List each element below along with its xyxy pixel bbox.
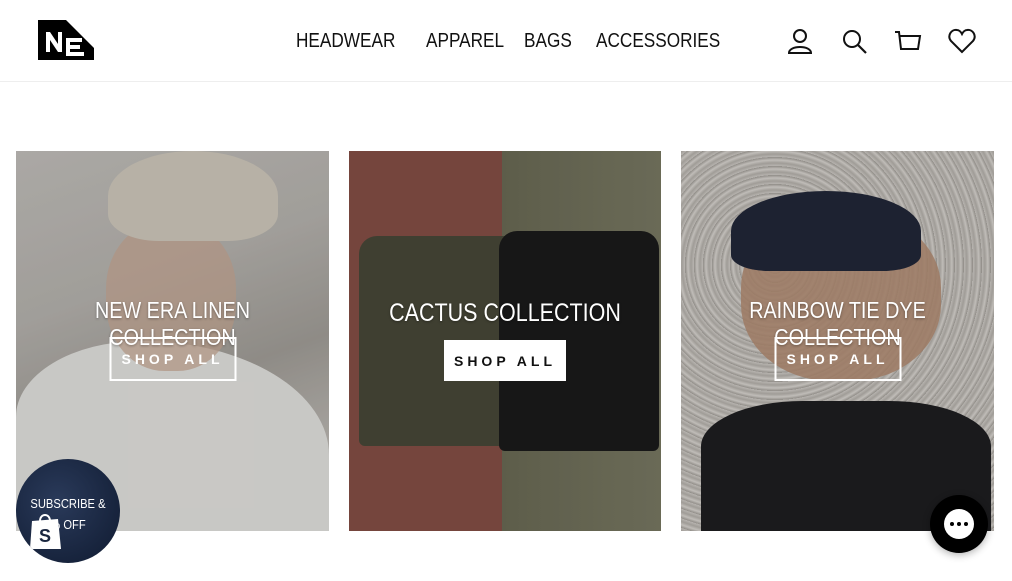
chat-button[interactable]: [930, 495, 988, 553]
cart-icon: [895, 31, 922, 50]
header-icons: [784, 24, 978, 58]
nav-accessories[interactable]: ACCESSORIES: [596, 30, 720, 53]
subscribe-promo-badge[interactable]: SUBSCRIBE & % OFF S: [16, 459, 120, 563]
new-era-logo[interactable]: [36, 18, 96, 62]
collection-card-tie-dye[interactable]: RAINBOW TIE DYE COLLECTION SHOP ALL: [681, 151, 994, 531]
flag-logo-icon: [38, 20, 94, 60]
shop-all-button[interactable]: SHOP ALL: [774, 337, 901, 381]
main-nav: HEADWEAR APPAREL BAGS ACCESSORIES: [296, 26, 736, 56]
collection-card-cactus[interactable]: CACTUS COLLECTION SHOP ALL: [349, 151, 661, 531]
account-icon: [787, 29, 813, 54]
chat-bubble-icon: [944, 509, 974, 539]
search-icon: [843, 30, 867, 54]
account-button[interactable]: [784, 25, 816, 57]
nav-headwear[interactable]: HEADWEAR: [296, 30, 395, 53]
search-button[interactable]: [838, 25, 870, 57]
cart-button[interactable]: [892, 25, 924, 57]
shopify-bag-icon: S: [30, 514, 61, 549]
shop-all-button[interactable]: SHOP ALL: [109, 337, 236, 381]
site-header: HEADWEAR APPAREL BAGS ACCESSORIES: [0, 0, 1012, 82]
heart-icon: [948, 28, 976, 54]
wishlist-button[interactable]: [946, 25, 978, 57]
nav-apparel[interactable]: APPAREL: [426, 30, 504, 53]
collections-grid: NEW ERA LINEN COLLECTION SHOP ALL CACTUS…: [16, 151, 994, 531]
nav-bags[interactable]: BAGS: [524, 30, 577, 53]
collection-title: CACTUS COLLECTION: [389, 299, 621, 327]
shop-all-button[interactable]: SHOP ALL: [444, 340, 566, 381]
svg-text:S: S: [39, 526, 51, 546]
